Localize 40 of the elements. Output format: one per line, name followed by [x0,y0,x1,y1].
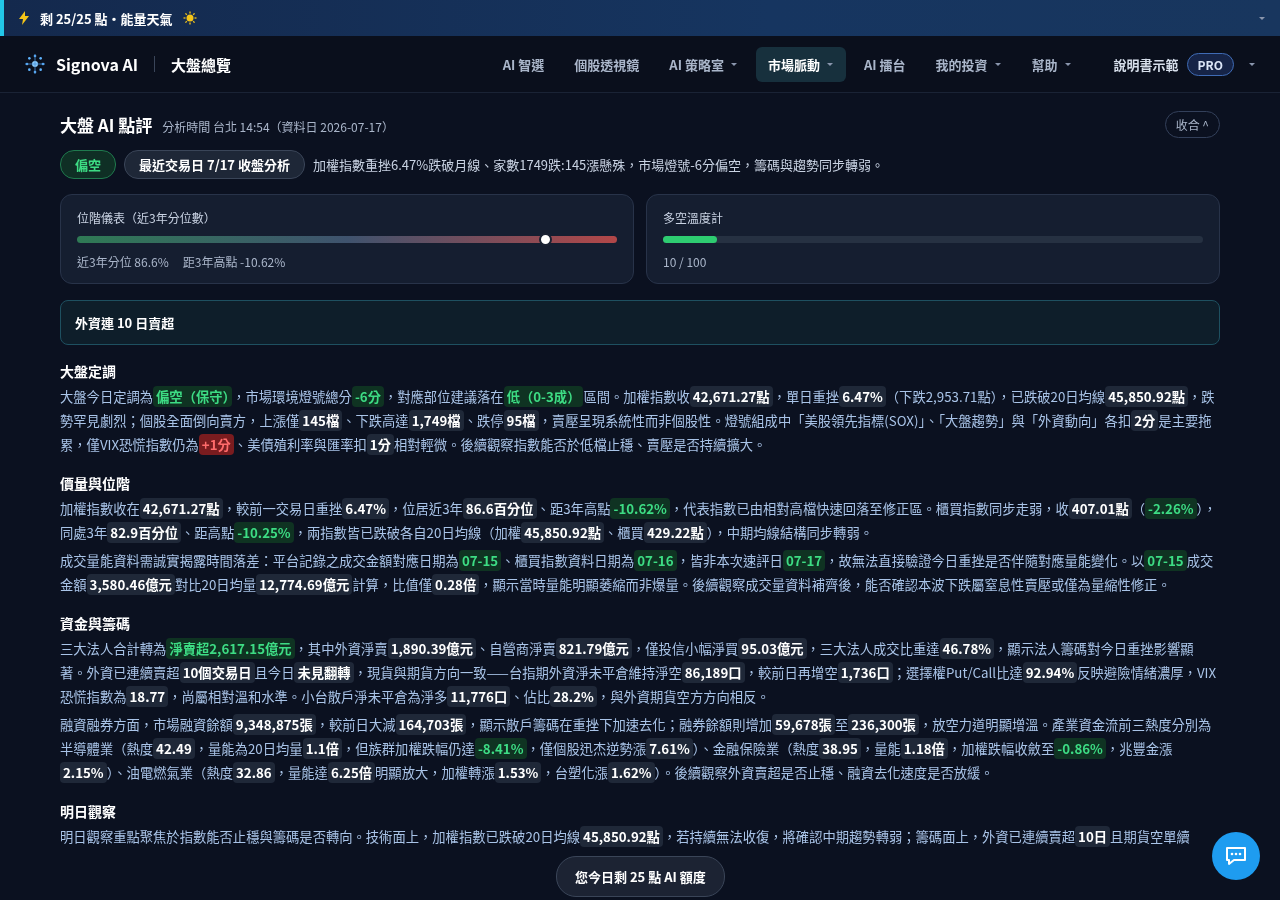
analysis-time: 分析時間 台北 14:54（資料日 2026-07-17） [162,118,394,135]
lightning-icon [18,11,30,25]
nav-tab[interactable]: AI 智選 [490,46,557,82]
paragraph: 大盤今日定調為 偏空（保守） ，市場環境燈號總分 -6分 ，對應部位建議落在 低（0-3成） 區間。加權指數收 42,671.27點 ，單日重挫 6.47% （下跌2,953.71點），已跌破20日均線 45,850.92點 ，跌勢罕見劇烈；個股全面倒向賣方，上漲僅 145檔 、下跌高達 1,749檔 、跌停 95檔 ，賣壓呈現系統性而非個股性。燈號組成中「美股領先指標(SOX)」、「大盤趨勢」與「外資動向」各扣 2分 是主要拖累，僅VIX恐慌指數仍為 +1分 、美債殖利率與匯率扣 1分 相對輕微。後續觀察指數能否於低檔止穩、賣壓是否持續擴大。 [60,385,1216,457]
nav-tab[interactable]: 幫助 [1019,46,1084,82]
section-heading: 價量與位階 [60,473,131,493]
section-heading: 大盤定調 [60,361,117,381]
sun-icon [182,11,197,25]
brand-name: Signova AI [56,52,139,76]
paragraph: 融資融券方面，市場融資餘額 9,348,875張 ，較前日大減 164,703張 ，顯示散戶籌碼在重挫下加速去化；融券餘額則增加 59,678張 至 236,300張 ，放空力道明顯增溫。產業資金流前三熱度分別為半導體業（熱度 42.49 ，量能為20日均量 1.1倍 ，但族群加權跌幅仍達 -8.41% ，僅個股迅杰逆勢漲 7.61% ）、金融保險業（熱度 38.95 ，量能 1.18倍 ，加權跌幅收斂至 -0.86% ，兆豐金漲 2.15% ）、油電燃氣業（熱度 32.86 ，量能達 6.25倍 明顯放大，加權轉漲 1.53% ，台塑化漲 1.62% ）。後續觀察外資賣超是否止穩、融資去化速度是否放緩。 [60,713,1213,785]
gauge-title: 位階儀表（近3年分位數） [77,209,217,226]
nav-tab[interactable]: AI 策略室 [657,46,750,82]
stance-tag: 偏空 [60,150,116,179]
nav-tab[interactable]: AI 擂台 [851,46,918,82]
user-name[interactable]: 說明書示範 [1113,54,1179,74]
logo-icon [24,53,46,75]
gauge-reading: 近3年分位 86.6% [77,253,169,270]
caret-icon [1258,15,1266,21]
page-title: 大盤總覽 [171,53,232,75]
summary-text: 加權指數重挫6.47%跌破月線、家數1749跌:145漲懸殊，市場燈號-6分偏空，籌碼與趨勢同步轉弱。 [312,155,885,174]
gauge-title: 多空溫度計 [663,209,724,226]
review-title: 大盤 AI 點評 [60,112,153,137]
paragraph: 成交量能資料需誠實揭露時間落差：平台記錄之成交金額對應日期為 07-15 、櫃買指數資料日期為 07-16 ，皆非本次速評日 07-17 ，故無法直接驗證今日重挫是否伴隨對應量能變化。以 07-15 成交金額 3,580.46億元 對比20日均量 12,774.69億元 計算，比值僅 0.28倍 ，顯示當時量能明顯萎縮而非爆量。後續觀察成交量資料補齊後，能否確認本波下跌屬窒息性賣壓或僅為量縮性修正。 [60,549,1215,597]
nav-tab[interactable]: 市場脈動 [755,46,846,82]
paragraph: 三大法人合計轉為 淨賣超2,617.15億元 ，其中外資淨賣 1,890.39億元 、自營商淨賣 821.79億元 ，僅投信小幅淨買 95.03億元 ，三大法人成交比重達 46.78% ，顯示法人籌碼對今日重挫影響顯著。外資已連續賣超 10個交易日 且今日 未見翻轉 ，現貨與期貨方向一致——台指期外資淨未平倉維持淨空 86,189口 ，較前日再增空 1,736口 ；選擇權Put/Call比達 92.94% 反映避險情緒濃厚，VIX恐慌指數為 18.77 ，尚屬相對溫和水準。小台散戶淨未平倉為淨多 11,776口 、佔比 28.2% ，與外資期貨空方方向相反。 [60,637,1218,709]
energy-text: 剩 25/25 點・能量天氣 [40,8,173,28]
caret-icon [1248,61,1256,67]
section-heading: 資金與籌碼 [60,613,131,633]
alert-banner: 外資連 10 日賣超 [60,300,1220,345]
plan-badge: PRO [1186,52,1234,76]
paragraph: 加權指數收在 42,671.27點 ，較前一交易日重挫 6.47% ，位居近3年 86.6百分位 、距3年高點 -10.62% ，代表指數已由相對高檔快速回落至修正區。櫃買指數同步走弱，收 407.01點 （ -2.26% ），同處3年 82.9百分位 、距高點 -10.25% ，兩指數皆已跌破各自20日均線（加權 45,850.92點 、櫃買 429.22點 ），中期均線結構同步轉弱。 [60,497,1218,545]
gauge-reading: 10 / 100 [663,253,707,270]
nav-tab[interactable]: 我的投資 [923,46,1014,82]
nav-tab[interactable]: 個股透視鏡 [562,46,652,82]
quota-toast: 您今日剩 25 點 AI 額度 [556,856,725,897]
gauge-reading: 距3年高點 -10.62% [182,253,286,270]
chat-button[interactable] [1212,832,1260,880]
section-heading: 明日觀察 [60,801,117,821]
session-badge: 最近交易日 7/17 收盤分析 [124,150,305,179]
chat-icon [1225,846,1247,866]
